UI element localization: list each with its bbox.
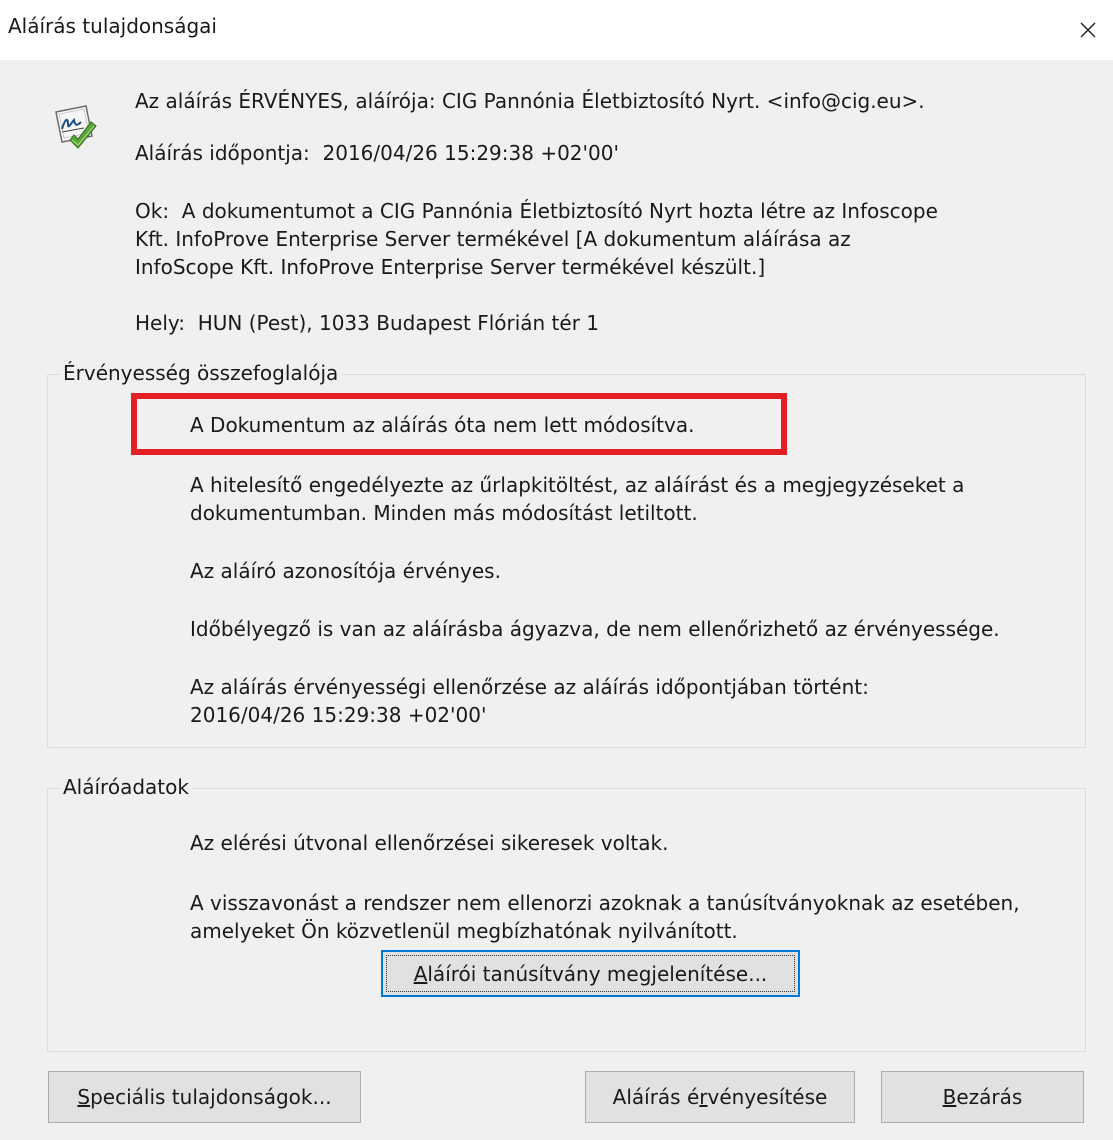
close-label-rest: ezárás [956,1085,1023,1109]
close-button[interactable]: Bezárás [881,1071,1084,1123]
timestamp-note-text: Időbélyegző is van az aláírásba ágyazva,… [190,617,1000,641]
reason-text-line-2: Kft. InfoProve Enterprise Server terméké… [135,227,851,251]
validate-mnemonic: r [699,1085,708,1109]
validate-label-before: Aláírás é [612,1085,700,1109]
signature-valid-icon [55,105,97,149]
permissions-text-line-1: A hitelesítő engedélyezte az űrlapkitölt… [190,473,965,497]
dialog-body: Az aláírás ÉRVÉNYES, aláírója: CIG Pannó… [0,60,1113,1140]
identity-valid-text: Az aláíró azonosítója érvényes. [190,559,501,583]
show-certificate-button-label: Aláírói tanúsítvány megjelenítése... [414,962,768,986]
signer-data-title: Aláíróadatok [60,774,192,800]
title-bar: Aláírás tulajdonságai [0,0,1113,60]
check-time-text-line-1: Az aláírás érvényességi ellenőrzése az a… [190,675,869,699]
show-certificate-mnemonic: A [413,961,428,986]
close-mnemonic: B [942,1085,957,1109]
advanced-label-rest: peciális tulajdonságok... [90,1085,332,1109]
permissions-text-line-2: dokumentumban. Minden más módosítást let… [190,501,698,525]
signing-time-text: Aláírás időpontja: 2016/04/26 15:29:38 +… [135,141,619,165]
advanced-properties-label: Speciális tulajdonságok... [77,1085,331,1109]
revocation-text-line-2: amelyeket Ön közvetlenül megbízhatónak n… [190,919,738,943]
show-certificate-button[interactable]: Aláírói tanúsítvány megjelenítése... [381,950,800,997]
location-text: Hely: HUN (Pest), 1033 Budapest Flórián … [135,311,600,335]
reason-text-line-1: Ok: A dokumentumot a CIG Pannónia Életbi… [135,199,938,223]
close-button-label: Bezárás [943,1085,1023,1109]
show-certificate-label-rest: láírói tanúsítvány megjelenítése... [427,961,768,986]
not-modified-text: A Dokumentum az aláírás óta nem lett mód… [190,413,695,437]
validate-label-after: vényesítése [707,1085,828,1109]
validate-signature-label: Aláírás érvényesítése [613,1085,828,1109]
close-icon[interactable] [1063,0,1113,60]
reason-text-line-3: InfoScope Kft. InfoProve Enterprise Serv… [135,255,766,279]
check-time-text-line-2: 2016/04/26 15:29:38 +02'00' [190,703,487,727]
advanced-properties-button[interactable]: Speciális tulajdonságok... [48,1071,361,1123]
advanced-mnemonic: S [77,1085,91,1109]
revocation-text-line-1: A visszavonást a rendszer nem ellenorzi … [190,891,1020,915]
validity-summary-title: Érvényesség összefoglalója [60,360,342,386]
validate-signature-button[interactable]: Aláírás érvényesítése [585,1071,855,1123]
window-title: Aláírás tulajdonságai [8,14,217,38]
path-check-text: Az elérési útvonal ellenőrzései sikerese… [190,831,669,855]
signature-status-text: Az aláírás ÉRVÉNYES, aláírója: CIG Pannó… [135,89,925,113]
